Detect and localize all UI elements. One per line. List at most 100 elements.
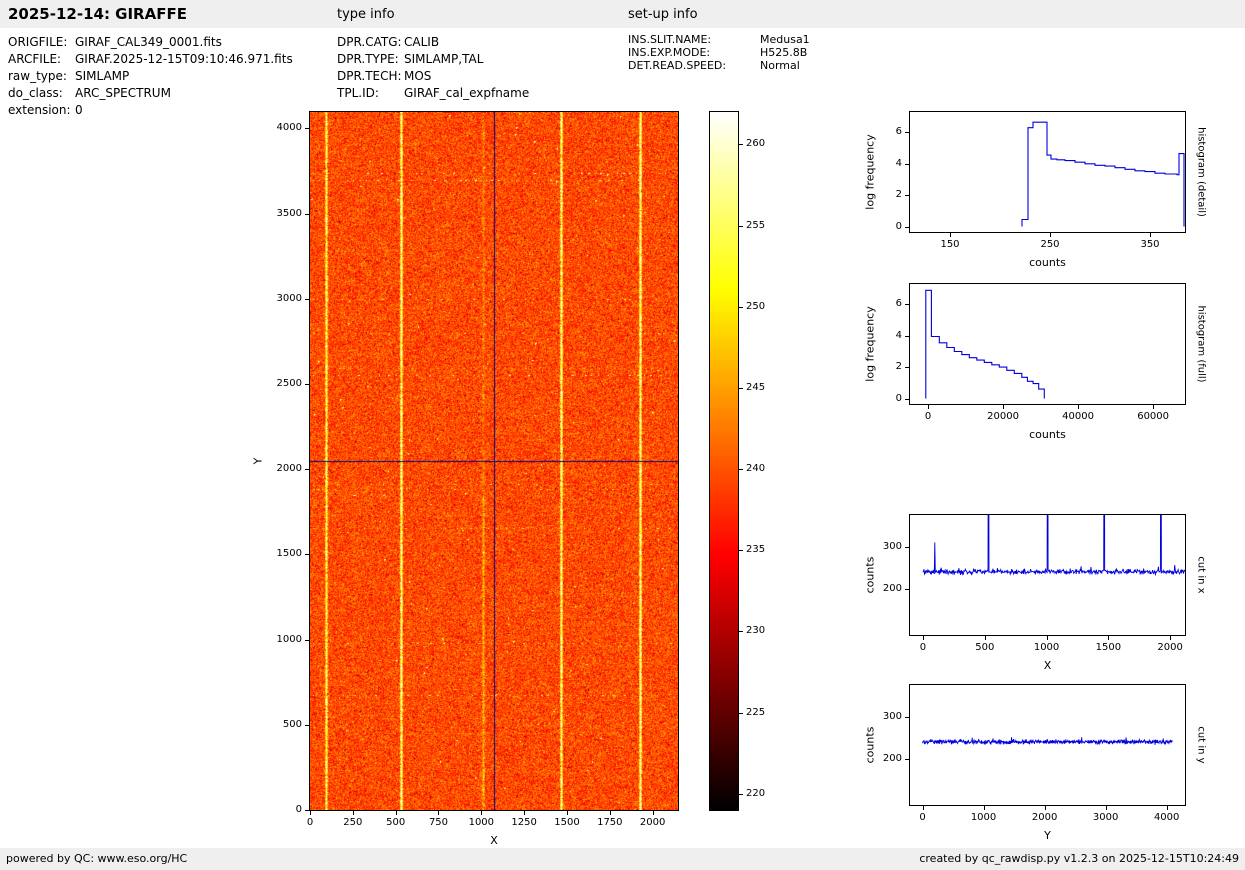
y-tick-label: 3000 <box>276 292 302 304</box>
info-label: do_class: <box>8 86 63 100</box>
footer-created: created by qc_rawdisp.py v1.2.3 on 2025-… <box>919 852 1239 865</box>
x-tick-label: 0 <box>919 642 927 653</box>
tick-mark <box>983 806 985 810</box>
cut-curve-svg <box>922 515 1185 577</box>
tick-mark <box>905 758 909 760</box>
x-tick-label: 1750 <box>597 817 623 828</box>
x-tick-label: 4000 <box>1153 812 1180 823</box>
tick-mark <box>905 163 909 165</box>
info-label: ORIGFILE: <box>8 35 68 49</box>
info-label: TPL.ID: <box>337 86 379 100</box>
tick-mark <box>905 226 909 228</box>
x-tick-label: 150 <box>940 239 960 250</box>
info-value: GIRAF.2025-12-15T09:10:46.971.fits <box>75 52 293 66</box>
tick-mark <box>566 811 568 815</box>
y-tick-label: 0 <box>895 220 902 232</box>
tick-mark <box>1046 636 1048 640</box>
x-tick-label: 0 <box>919 812 926 823</box>
tick-mark <box>928 405 929 409</box>
tick-mark <box>1153 405 1155 409</box>
tick-mark <box>1105 806 1107 810</box>
y-tick-label: 0 <box>895 392 902 404</box>
qc-report-page: 2025-12-14: GIRAFFE type info set-up inf… <box>0 0 1245 870</box>
right-side-label: cut in y <box>1195 726 1207 764</box>
y-tick-label: 6 <box>895 298 902 310</box>
tick-mark <box>1003 405 1005 409</box>
x-tick-label: 500 <box>975 642 995 653</box>
y-tick-label: 6 <box>895 126 902 138</box>
tick-mark <box>905 195 909 197</box>
tick-mark <box>438 811 440 815</box>
x-tick-label: 0 <box>924 411 932 422</box>
y-tick-label: 2 <box>895 189 902 201</box>
info-value: SIMLAMP,TAL <box>404 52 484 66</box>
y-axis-label: counts <box>863 556 877 594</box>
page-title: 2025-12-14: GIRAFFE <box>8 5 187 23</box>
tick-mark <box>1044 806 1046 810</box>
tick-mark <box>1108 636 1110 640</box>
colorbar-tick-label: 250 <box>746 300 766 312</box>
info-value: CALIB <box>404 35 440 49</box>
tick-mark <box>305 128 309 130</box>
tick-mark <box>395 811 397 815</box>
tick-mark <box>984 636 986 640</box>
raw-frame-image <box>310 112 678 810</box>
info-value: GIRAF_CAL349_0001.fits <box>75 35 222 49</box>
tick-mark <box>305 213 309 215</box>
x-axis-label: Y <box>1044 829 1051 842</box>
info-label: ARCFILE: <box>8 52 62 66</box>
data-line <box>925 289 1045 399</box>
y-tick-label: 4 <box>895 157 902 169</box>
x-tick-label: 40000 <box>1062 411 1094 422</box>
y-tick-label: 300 <box>882 710 902 722</box>
x-tick-label: 350 <box>1140 239 1160 250</box>
tick-mark <box>310 811 311 815</box>
tick-mark <box>305 469 309 471</box>
tick-mark <box>305 298 309 300</box>
info-row: DPR.TECH: MOS <box>337 68 529 85</box>
info-row: INS.EXP.MODE: H525.8B <box>628 46 810 59</box>
info-value: H525.8B <box>760 46 808 59</box>
colorbar-tick-label: 260 <box>746 138 766 150</box>
tick-mark <box>481 811 483 815</box>
tick-mark <box>305 554 309 556</box>
right-side-label: histogram (full) <box>1195 305 1207 383</box>
info-label: DPR.TECH: <box>337 69 402 83</box>
tick-mark <box>739 631 743 633</box>
tick-mark <box>905 398 909 400</box>
y-tick-label: 2000 <box>276 463 302 475</box>
type-info-heading: type info <box>337 7 395 22</box>
y-tick-label: 4 <box>895 329 902 341</box>
x-tick-label: 1500 <box>554 817 580 828</box>
x-tick-label: 0 <box>306 817 314 828</box>
setup-info-block: INS.SLIT.NAME: Medusa1 INS.EXP.MODE: H525.… <box>628 33 810 72</box>
x-tick-label: 1000 <box>468 817 495 828</box>
info-row: raw_type: SIMLAMP <box>8 68 293 85</box>
tick-mark <box>652 811 654 815</box>
tick-mark <box>739 793 743 795</box>
x-tick-label: 250 <box>1040 239 1060 250</box>
tick-mark <box>739 712 743 714</box>
info-row: extension: 0 <box>8 102 293 119</box>
colorbar-tick-label: 220 <box>746 787 766 799</box>
setup-info-heading: set-up info <box>628 7 698 22</box>
colorbar-tick-label: 230 <box>746 625 766 637</box>
tick-mark <box>739 225 743 227</box>
x-axis-label: counts <box>1029 428 1066 441</box>
colorbar-tick-label: 245 <box>746 381 766 393</box>
tick-mark <box>305 639 309 641</box>
info-value: GIRAF_cal_expfname <box>404 86 530 100</box>
x-axis-label: counts <box>1029 256 1066 269</box>
y-tick-label: 0 <box>295 804 302 815</box>
x-tick-label: 2000 <box>639 817 666 828</box>
info-value: Medusa1 <box>760 33 810 46</box>
info-row: DET.READ.SPEED: Normal <box>628 59 810 72</box>
colorbar-gradient <box>710 112 738 810</box>
tick-mark <box>905 367 909 369</box>
tick-mark <box>905 304 909 306</box>
tick-mark <box>739 469 743 471</box>
x-tick-label: 20000 <box>987 411 1019 422</box>
data-line <box>922 737 1173 746</box>
tick-mark <box>905 716 909 718</box>
cut-curve-svg <box>922 737 1173 746</box>
